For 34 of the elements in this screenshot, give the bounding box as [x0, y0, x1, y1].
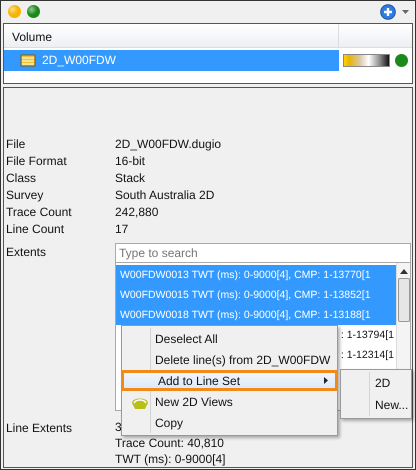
property-label: Survey — [5, 186, 44, 204]
column-header: Volume — [12, 30, 52, 44]
property-value: 17 — [115, 220, 128, 238]
property-label: Class — [5, 170, 38, 186]
menu-item[interactable]: New 2D Views — [124, 391, 335, 412]
menu-item[interactable]: Delete line(s) from 2D_W00FDW — [124, 349, 335, 370]
property-label: Extents — [5, 244, 48, 261]
scroll-thumb[interactable] — [398, 278, 410, 322]
add-icon[interactable] — [380, 4, 396, 20]
property-value: 2D_W00FDW.dugio — [115, 136, 222, 152]
menu-item[interactable]: Copy — [124, 412, 335, 433]
menu-item[interactable]: Deselect All — [124, 328, 335, 349]
menu-item[interactable]: Add to Line Set — [121, 370, 338, 391]
menu-item[interactable]: New... — [343, 394, 409, 416]
volume-icon — [20, 52, 36, 68]
property-value: 3 — [115, 419, 122, 435]
search-field[interactable]: Type to search — [115, 243, 411, 263]
scroll-up-icon[interactable] — [400, 269, 408, 274]
property-value: 16-bit — [115, 152, 146, 170]
property-value: South Australia 2D — [115, 186, 214, 204]
menu-item[interactable]: 2D — [343, 372, 409, 394]
submenu-arrow-icon — [324, 377, 328, 384]
property-value: Stack — [115, 170, 146, 186]
dropdown-caret-icon[interactable] — [402, 10, 409, 14]
property-label: Line Extents — [5, 420, 74, 437]
property-value: TWT (ms): 0-9000[4] — [115, 451, 226, 467]
colorbar — [343, 54, 390, 67]
property-label: File — [5, 136, 26, 152]
property-value: Trace Count: 40,810 — [115, 435, 224, 451]
volume-name: 2D_W00FDW — [42, 52, 116, 70]
property-label: File Format — [5, 152, 68, 170]
property-label: Line Count — [5, 220, 66, 238]
property-label: Trace Count — [5, 204, 73, 220]
property-value: 242,880 — [115, 204, 158, 220]
